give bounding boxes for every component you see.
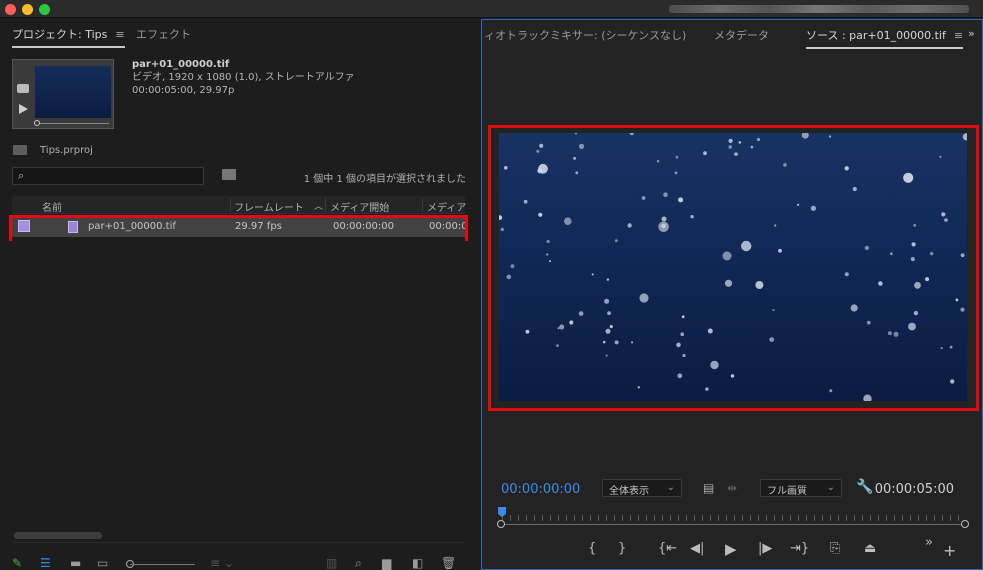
drag-video-only-icon[interactable]: ⇹ — [727, 481, 737, 495]
project-panel-tabs: プロジェクト: Tips ≡ エフェクト — [0, 19, 478, 48]
new-search-bin-icon[interactable] — [222, 169, 236, 180]
timeline-ticks — [502, 515, 964, 521]
tab-audio-track-mixer[interactable]: ィオトラックミキサー: (シーケンスなし) — [484, 27, 686, 43]
zoom-window-button[interactable] — [39, 4, 50, 15]
new-bin-icon[interactable]: ▆ — [382, 557, 391, 569]
new-item-icon[interactable]: ◧ — [412, 557, 423, 569]
column-divider — [230, 198, 231, 212]
zoom-level-select[interactable]: 全体表示 ⌄ — [602, 479, 682, 497]
clip-thumbnail — [12, 59, 114, 129]
camera-icon[interactable] — [17, 84, 29, 93]
hamburger-icon[interactable]: ≡ — [115, 28, 124, 41]
selection-status: 1 個中 1 個の項目が選択されました — [303, 174, 466, 185]
tab-project-label: プロジェクト: Tips — [12, 28, 108, 41]
column-media-start[interactable]: メディア開始 — [330, 199, 389, 214]
search-input[interactable]: ⌕ — [12, 167, 204, 185]
source-timeline-ruler[interactable] — [497, 507, 969, 529]
out-point-handle[interactable] — [961, 520, 969, 528]
find-icon[interactable]: ⌕ — [355, 557, 362, 569]
tab-metadata[interactable]: メタデータ — [714, 27, 769, 43]
tab-project[interactable]: プロジェクト: Tips ≡ — [12, 26, 125, 48]
step-back-button[interactable]: ◀| — [690, 542, 704, 556]
close-window-button[interactable] — [5, 4, 16, 15]
blurred-window-title — [669, 5, 969, 13]
thumbnail-image — [35, 66, 111, 118]
source-panel-tabs: ィオトラックミキサー: (シーケンスなし) メタデータ ソース : par+01… — [482, 20, 982, 49]
insert-button[interactable]: ⎘ — [830, 542, 840, 556]
wrench-icon[interactable]: 🔧 — [856, 479, 873, 495]
search-icon: ⌕ — [18, 169, 25, 182]
clip-info: par+01_00000.tif ビデオ, 1920 x 1080 (1.0),… — [132, 58, 355, 97]
overflow-tabs-icon[interactable]: » — [968, 27, 975, 40]
film-icon[interactable]: ▤ — [703, 481, 714, 495]
hamburger-icon[interactable]: ≡ — [954, 29, 963, 42]
clip-duration: 00:00:05:00, 29.97p — [132, 85, 235, 96]
source-monitor-panel: ィオトラックミキサー: (シーケンスなし) メタデータ ソース : par+01… — [481, 19, 983, 570]
chevron-down-icon: ⌄ — [826, 482, 835, 493]
duration-timecode: 00:00:05:00 — [874, 482, 954, 497]
pencil-icon[interactable]: ✎ — [12, 557, 22, 569]
clip-format: ビデオ, 1920 x 1080 (1.0), ストレートアルファ — [132, 72, 355, 83]
column-divider — [422, 198, 423, 212]
mark-out-button[interactable]: } — [618, 542, 626, 556]
go-to-out-button[interactable]: ⇥} — [790, 542, 809, 556]
add-button-icon[interactable]: + — [943, 543, 956, 559]
playback-quality-select[interactable]: フル画質 ⌄ — [760, 479, 842, 497]
freeform-view-icon[interactable]: ▭ — [97, 557, 108, 569]
thumbnail-scrub-handle[interactable] — [34, 120, 40, 126]
zoom-level-value: 全体表示 — [609, 486, 649, 497]
table-body[interactable] — [12, 237, 465, 543]
overwrite-button[interactable]: ⏏ — [864, 542, 876, 556]
timeline-track — [502, 524, 964, 525]
tab-effects[interactable]: エフェクト — [136, 26, 191, 42]
play-icon[interactable] — [19, 104, 28, 114]
project-panel: プロジェクト: Tips ≡ エフェクト par+01_00000.tif ビデオ… — [0, 19, 478, 570]
sort-ascending-icon[interactable]: ︿ — [314, 199, 323, 212]
column-media-end[interactable]: メディア — [427, 199, 466, 214]
automate-to-sequence-icon[interactable]: ▥ — [326, 557, 337, 569]
go-to-in-button[interactable]: {⇤ — [658, 542, 677, 556]
playback-quality-value: フル画質 — [767, 486, 807, 497]
thumbnail-scrub-bar[interactable] — [37, 123, 109, 124]
clip-filename: par+01_00000.tif — [132, 59, 230, 70]
project-filename: Tips.prproj — [40, 145, 93, 156]
minimize-window-button[interactable] — [22, 4, 33, 15]
window-titlebar — [0, 0, 983, 18]
list-view-icon[interactable]: ☰ — [40, 557, 51, 569]
column-name[interactable]: 名前 — [42, 199, 62, 214]
play-button[interactable]: ▶ — [725, 542, 737, 557]
mark-in-button[interactable]: { — [588, 542, 596, 556]
overflow-buttons-icon[interactable]: » — [925, 536, 933, 550]
column-frame-rate[interactable]: フレームレート — [234, 199, 304, 214]
folder-icon — [13, 145, 27, 155]
current-timecode[interactable]: 00:00:00:00 — [501, 482, 580, 497]
tab-source-label: ソース : par+01_00000.tif — [806, 29, 946, 42]
chevron-down-icon: ⌄ — [666, 482, 675, 493]
column-divider — [325, 198, 326, 212]
tab-source[interactable]: ソース : par+01_00000.tif ≡ — [806, 27, 964, 49]
trash-icon[interactable]: 🗑 — [441, 557, 456, 569]
horizontal-scrollbar[interactable] — [14, 532, 102, 539]
highlight-frame — [488, 125, 979, 411]
in-point-handle[interactable] — [497, 520, 505, 528]
icon-view-icon[interactable]: ▬ — [70, 557, 81, 569]
step-forward-button[interactable]: |▶ — [758, 542, 772, 556]
zoom-slider[interactable] — [130, 564, 195, 565]
table-header: 名前 フレームレート ︿ メディア開始 メディア — [12, 196, 466, 214]
sort-icon[interactable]: ≡ ⌄ — [210, 557, 234, 569]
